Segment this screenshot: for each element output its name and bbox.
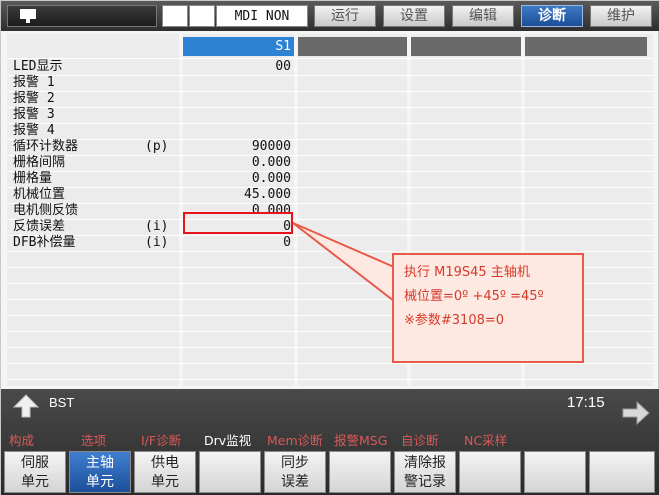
tab-setup[interactable]: 设置 (383, 5, 445, 27)
softkey-empty-8[interactable] (459, 451, 521, 493)
return-arrow-icon[interactable] (11, 393, 41, 419)
column-header-empty (411, 37, 521, 56)
row-label-alarm4: 报警 4 (13, 123, 55, 138)
softkey-clear-alarm-history[interactable]: 清除报 警记录 (394, 451, 456, 493)
row-label-led: LED显示 (13, 59, 63, 74)
row-label-alarm1: 报警 1 (13, 75, 55, 90)
tab-edit[interactable]: 编辑 (452, 5, 514, 27)
softkey-empty-9[interactable] (524, 451, 586, 493)
menu-item-mem-diagnosis[interactable]: Mem诊断 (267, 432, 323, 450)
column-header-empty (298, 37, 407, 56)
row-value-cycle-counter[interactable]: 90000 (185, 139, 291, 155)
row-unit-feedback-error: (i) (145, 219, 169, 234)
menu-item-alarm-msg[interactable]: 报警MSG (334, 432, 387, 450)
softkey-empty-10[interactable] (589, 451, 655, 493)
menu-item-nc-sampling[interactable]: NC采样 (464, 432, 507, 450)
softkey-servo-unit[interactable]: 伺服 单元 (4, 451, 66, 493)
machine-position-highlight (183, 212, 293, 234)
mode-indicator: MDI NON (216, 5, 308, 27)
menu-row: 构成 选项 I/F诊断 Drv监视 Mem诊断 报警MSG 自诊断 NC采样 (1, 432, 659, 450)
nc-diagnosis-screen: MDI NON 运行 设置 编辑 诊断 维护 S1 LED显示 00 报警 1 … (0, 0, 659, 495)
status-cell-2 (189, 5, 215, 27)
row-value-grid-interval[interactable]: 0.000 (185, 155, 291, 171)
column-divider (179, 34, 183, 386)
next-arrow-icon[interactable] (621, 400, 651, 426)
monitor-icon (20, 9, 36, 23)
column-divider (294, 34, 298, 386)
row-unit-cycle-counter: (p) (145, 139, 169, 154)
bst-label: BST (49, 395, 75, 410)
row-label-alarm3: 报警 3 (13, 107, 55, 122)
callout-note: 执行 M19S45 主轴机 械位置=0º +45º =45º ※参数#3108=… (392, 253, 584, 363)
row-label-dfb-compensation: DFB补偿量 (13, 235, 76, 250)
callout-line-3: ※参数#3108=0 (404, 313, 505, 328)
column-header-empty (525, 37, 647, 56)
menu-item-if-diagnosis[interactable]: I/F诊断 (141, 432, 181, 450)
row-label-grid-interval: 栅格间隔 (13, 155, 66, 170)
callout-line-2: 械位置=0º +45º =45º (404, 289, 544, 304)
tab-maintenance[interactable]: 维护 (590, 5, 652, 27)
row-label-alarm2: 报警 2 (13, 91, 55, 106)
row-value-grid-amount[interactable]: 0.000 (185, 171, 291, 187)
row-label-motor-feedback: 电机侧反馈 (13, 203, 79, 218)
row-label-feedback-error: 反馈误差 (13, 219, 66, 234)
callout-line-1: 执行 M19S45 主轴机 (404, 265, 530, 280)
tab-operation[interactable]: 运行 (314, 5, 376, 27)
tab-diagnosis[interactable]: 诊断 (521, 5, 583, 27)
menu-item-self-diagnosis[interactable]: 自诊断 (401, 432, 439, 450)
menu-item-config[interactable]: 构成 (9, 432, 34, 450)
column-header-s1[interactable]: S1 (183, 37, 294, 56)
row-label-machine-position: 机械位置 (13, 187, 66, 202)
clock: 17:15 (567, 394, 605, 411)
softkey-empty-4[interactable] (199, 451, 261, 493)
menu-item-options[interactable]: 选项 (81, 432, 106, 450)
row-value-dfb-compensation[interactable]: 0 (185, 235, 291, 251)
menu-item-drv-monitor[interactable]: Drv监视 (204, 432, 251, 450)
row-unit-dfb-compensation: (i) (145, 235, 169, 250)
row-label-cycle-counter: 循环计数器 (13, 139, 79, 154)
row-label-grid-amount: 栅格量 (13, 171, 53, 186)
row-value-machine-position[interactable]: 45.000 (185, 187, 291, 203)
softkey-empty-6[interactable] (329, 451, 391, 493)
softkey-spindle-unit[interactable]: 主轴 单元 (69, 451, 131, 493)
softkey-power-unit[interactable]: 供电 单元 (134, 451, 196, 493)
status-cell-1 (162, 5, 188, 27)
row-value-led[interactable]: 00 (185, 59, 291, 75)
top-bar: MDI NON 运行 设置 编辑 诊断 维护 (1, 1, 659, 31)
softkey-sync-error[interactable]: 同步 误差 (264, 451, 326, 493)
screen-select-box[interactable] (7, 5, 157, 27)
